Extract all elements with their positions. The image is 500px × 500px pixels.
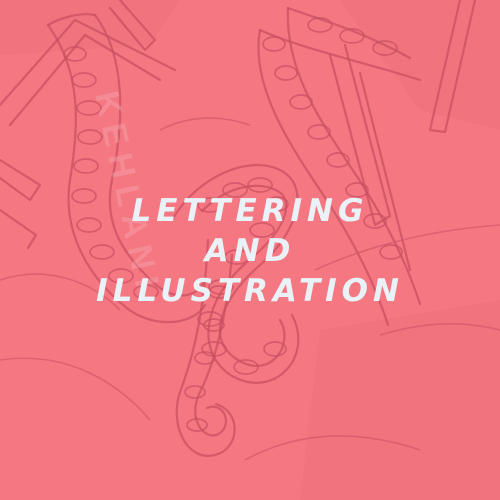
- tile-title: LETTERING AND ILLUSTRATION: [0, 191, 500, 311]
- title-line-lettering: LETTERING: [131, 193, 369, 229]
- title-line-illustration: ILLUSTRATION: [96, 273, 404, 309]
- title-line-and: AND: [204, 233, 296, 269]
- portfolio-category-tile[interactable]: KEHLANI LETTERING AND ILLUSTRATION: [0, 0, 500, 500]
